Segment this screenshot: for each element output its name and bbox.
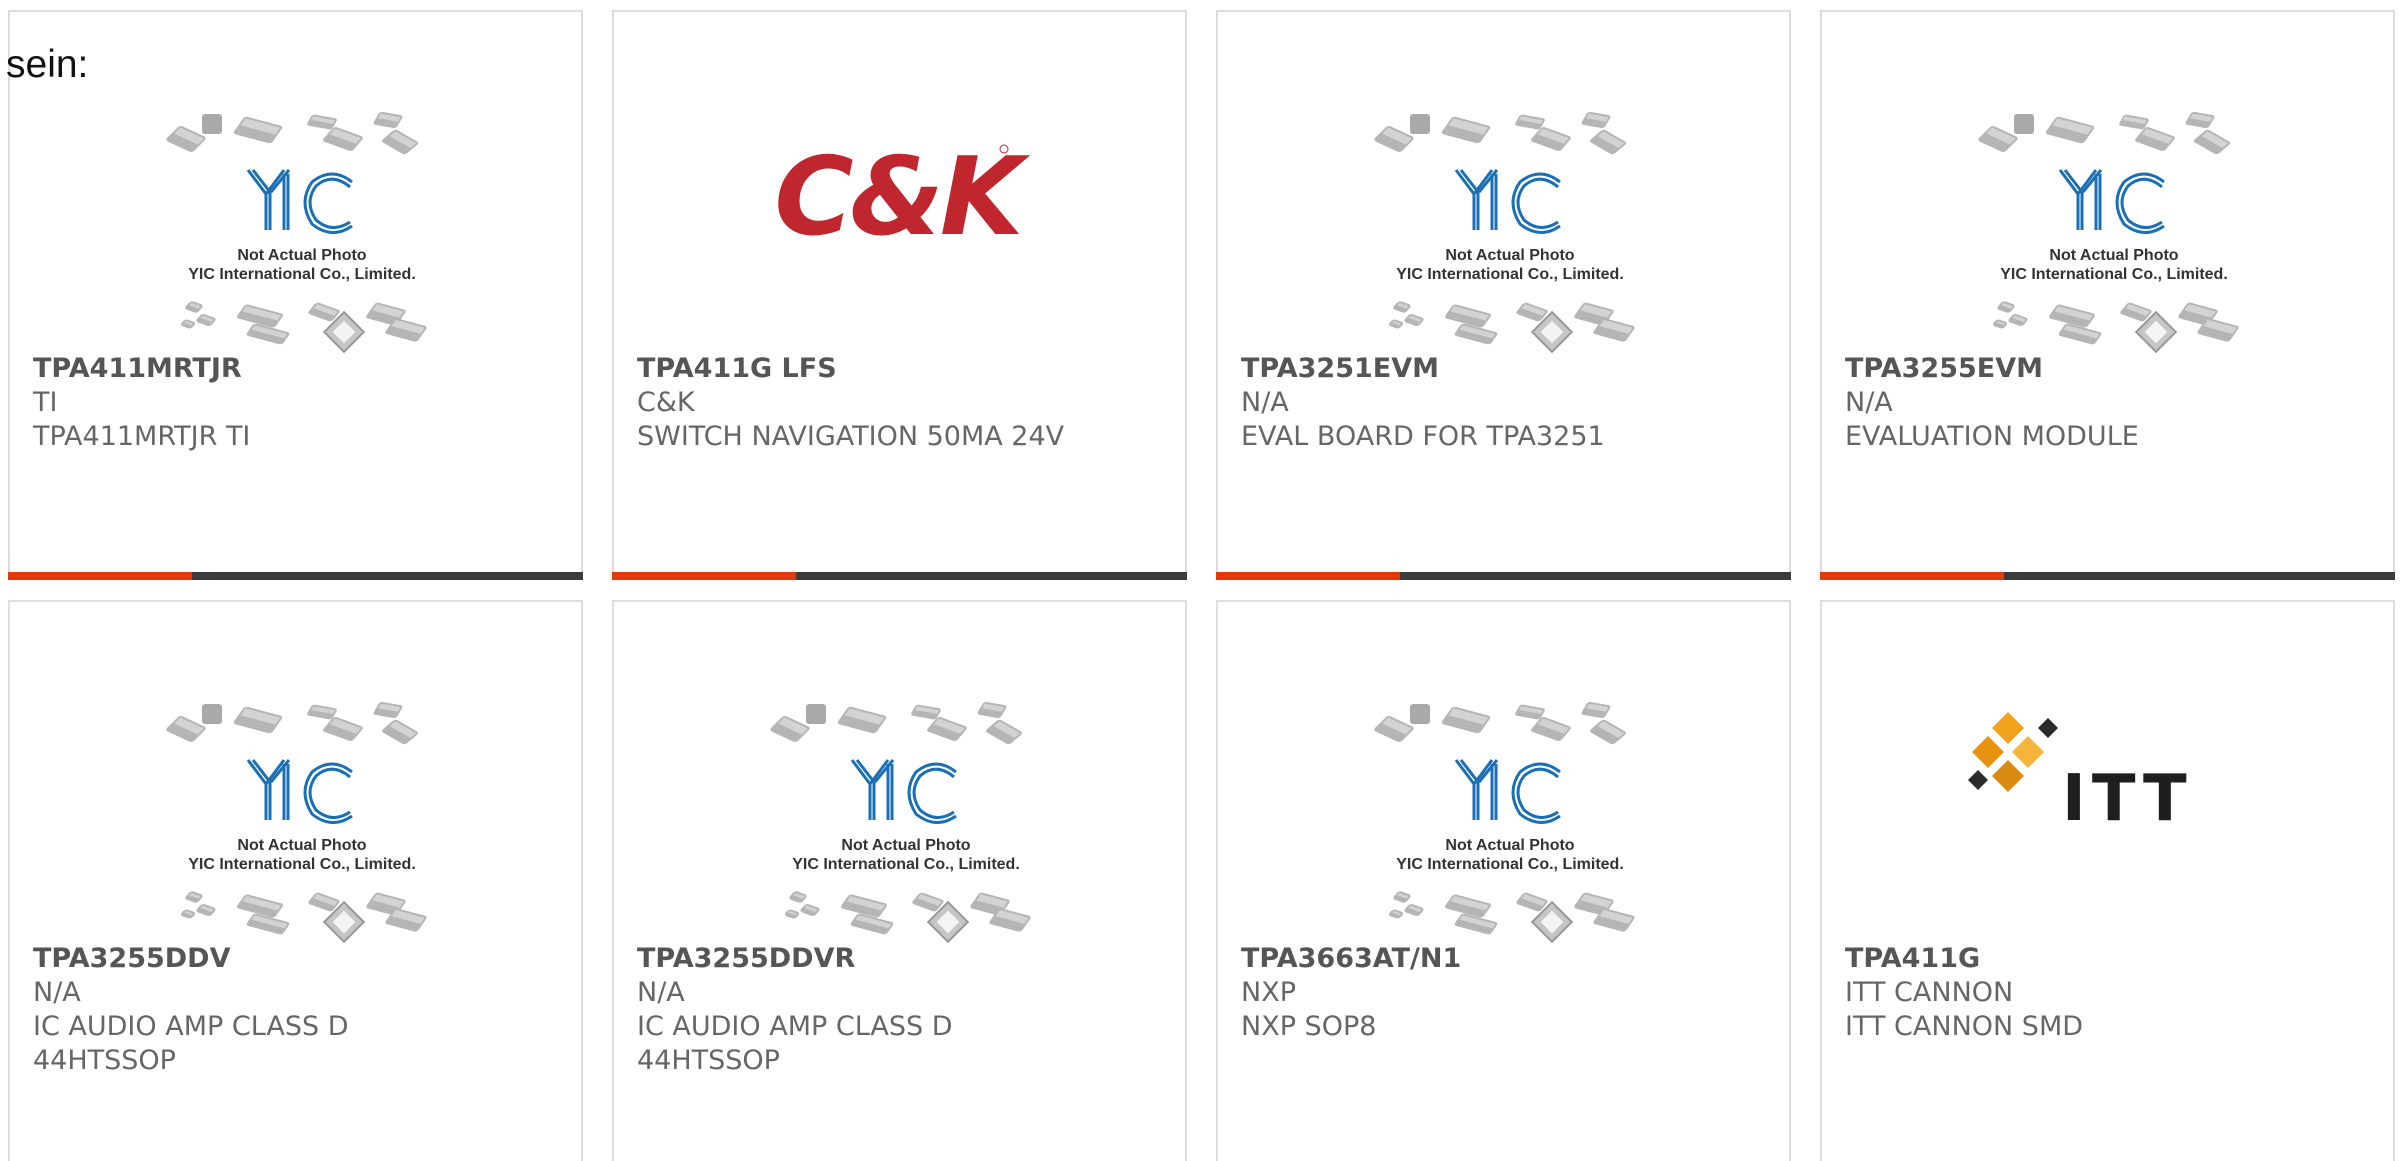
manufacturer: ITT CANNON [1845,977,2014,1008]
product-card[interactable]: ITT TPA411G ITT CANNON ITT CANNON SMD [1820,600,2395,1161]
product-image[interactable]: C&K [614,12,1185,362]
svg-text:YIC International Co., Limited: YIC International Co., Limited. [2000,266,2228,283]
description: IC AUDIO AMP CLASS D 44HTSSOP [637,1011,953,1076]
svg-text:Not Actual Photo: Not Actual Photo [237,247,366,264]
intro-text: sein: [6,43,89,86]
yic-logo-icon [2058,169,2165,234]
yic-logo-icon [1454,759,1561,824]
svg-text:Not Actual Photo: Not Actual Photo [1445,837,1574,854]
product-card[interactable]: Not Actual Photo YIC International Co., L… [1216,10,1791,580]
card-hover-bar [612,572,1187,580]
part-number[interactable]: TPA411G LFS [637,352,1167,386]
description: ITT CANNON SMD [1845,1011,2084,1042]
svg-text:YIC International Co., Limited: YIC International Co., Limited. [1396,266,1624,283]
manufacturer: N/A [637,977,685,1008]
svg-text:YIC International Co., Limited: YIC International Co., Limited. [1396,856,1624,873]
yic-placeholder-image: Not Actual Photo YIC International Co., L… [1374,701,1635,944]
description: IC AUDIO AMP CLASS D 44HTSSOP [33,1011,349,1076]
product-image[interactable]: Not Actual Photo YIC International Co., L… [1822,12,2393,362]
description: EVALUATION MODULE [1845,421,2139,452]
ck-logo-icon: C&K [774,135,1034,260]
card-hover-bar [1216,572,1791,580]
card-hover-bar [8,572,583,580]
svg-text:YIC International Co., Limited: YIC International Co., Limited. [792,856,1020,873]
product-card[interactable]: Not Actual Photo YIC International Co., L… [8,10,583,580]
yic-placeholder-image: Not Actual Photo YIC International Co., L… [770,701,1031,944]
card-accent-bar [612,572,796,580]
card-accent-bar [8,572,192,580]
product-card[interactable]: Not Actual Photo YIC International Co., L… [8,600,583,1161]
product-image[interactable]: Not Actual Photo YIC International Co., L… [10,602,581,952]
description: NXP SOP8 [1241,1011,1377,1042]
yic-logo-icon [1454,169,1561,234]
product-image[interactable]: Not Actual Photo YIC International Co., L… [614,602,1185,952]
manufacturer: N/A [1241,387,1289,418]
svg-text:Not Actual Photo: Not Actual Photo [1445,247,1574,264]
card-accent-bar [1820,572,2004,580]
manufacturer: NXP [1241,977,1296,1008]
product-card[interactable]: C&K TPA411G LFS C&K SWITCH NAVIGATION 50… [612,10,1187,580]
svg-text:Not Actual Photo: Not Actual Photo [2049,247,2178,264]
product-image[interactable]: Not Actual Photo YIC International Co., L… [1218,12,1789,362]
manufacturer: N/A [33,977,81,1008]
product-image[interactable]: Not Actual Photo YIC International Co., L… [1218,602,1789,952]
description: TPA411MRTJR TI [33,421,251,452]
part-number[interactable]: TPA411G [1845,942,2375,976]
svg-text:Not Actual Photo: Not Actual Photo [841,837,970,854]
manufacturer: C&K [637,387,695,418]
part-number[interactable]: TPA3251EVM [1241,352,1771,386]
yic-placeholder-image: Not Actual Photo YIC International Co., L… [1374,111,1635,354]
product-image[interactable]: ITT [1822,602,2393,952]
yic-logo-icon [246,169,353,234]
card-accent-bar [1216,572,1400,580]
part-number[interactable]: TPA411MRTJR [33,352,563,386]
product-card[interactable]: Not Actual Photo YIC International Co., L… [1820,10,2395,580]
yic-logo-icon [246,759,353,824]
part-number[interactable]: TPA3663AT/N1 [1241,942,1771,976]
yic-logo-icon [850,759,957,824]
product-grid: Not Actual Photo YIC International Co., L… [0,0,2407,1161]
product-card[interactable]: Not Actual Photo YIC International Co., L… [612,600,1187,1161]
yic-placeholder-image: Not Actual Photo YIC International Co., L… [1978,111,2239,354]
manufacturer: TI [33,387,58,418]
description: SWITCH NAVIGATION 50MA 24V [637,421,1065,452]
part-number[interactable]: TPA3255DDV [33,942,563,976]
description: EVAL BOARD FOR TPA3251 [1241,421,1605,452]
svg-text:Not Actual Photo: Not Actual Photo [237,837,366,854]
card-hover-bar [1820,572,2395,580]
svg-text:C&K: C&K [774,135,1030,260]
svg-text:YIC International Co., Limited: YIC International Co., Limited. [188,266,416,283]
part-number[interactable]: TPA3255DDVR [637,942,1167,976]
product-card[interactable]: Not Actual Photo YIC International Co., L… [1216,600,1791,1161]
svg-text:YIC International Co., Limited: YIC International Co., Limited. [188,856,416,873]
svg-text:ITT: ITT [2062,762,2193,836]
yic-placeholder-image: Not Actual Photo YIC International Co., L… [166,111,427,354]
product-image[interactable]: Not Actual Photo YIC International Co., L… [10,12,581,362]
itt-logo-icon: ITT [1968,712,2193,836]
manufacturer: N/A [1845,387,1893,418]
yic-placeholder-image: Not Actual Photo YIC International Co., L… [166,701,427,944]
part-number[interactable]: TPA3255EVM [1845,352,2375,386]
